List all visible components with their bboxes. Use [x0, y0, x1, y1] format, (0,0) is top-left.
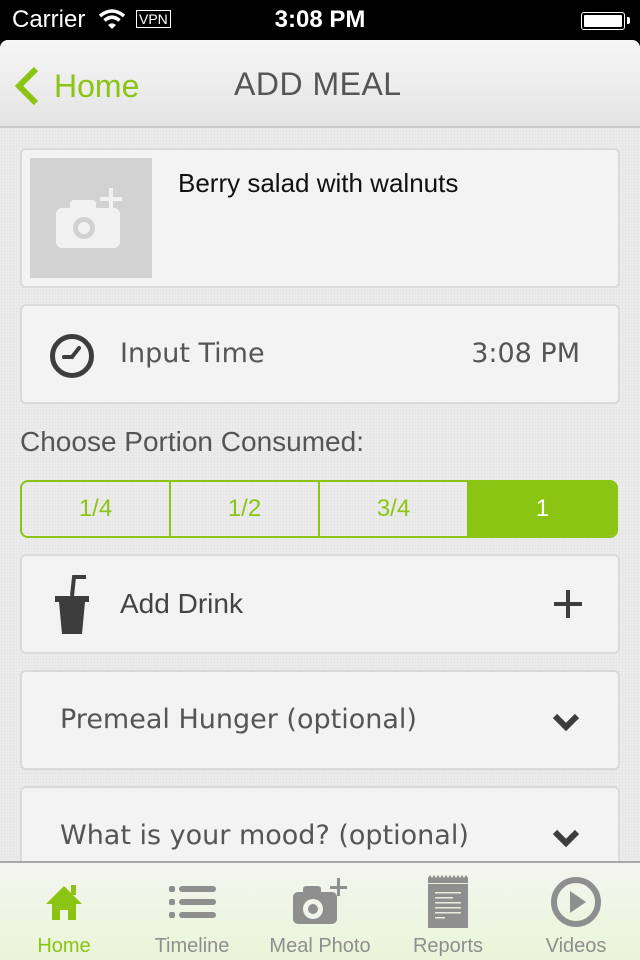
mood-label: What is your mood? (optional)	[60, 820, 469, 851]
cup-icon	[55, 575, 89, 634]
tab-bar: Home Timeline Meal Photo Reports Videos	[0, 861, 640, 960]
input-time-label: Input Time	[120, 338, 265, 369]
report-icon	[428, 875, 468, 928]
portion-option-full[interactable]: 1	[469, 482, 616, 536]
camera-add-icon	[293, 878, 347, 924]
tab-reports-label: Reports	[412, 935, 484, 957]
portion-label: Choose Portion Consumed:	[20, 426, 364, 457]
back-label: Home	[54, 67, 140, 104]
portion-segmented-control: 1/4 1/2 3/4 1	[20, 480, 618, 538]
add-drink-label: Add Drink	[120, 588, 243, 619]
chevron-left-icon	[14, 66, 39, 106]
premeal-hunger-label: Premeal Hunger (optional)	[60, 704, 417, 735]
tab-meal-photo[interactable]: Meal Photo	[256, 863, 384, 960]
chevron-down-icon	[552, 829, 580, 848]
portion-option-three-quarters[interactable]: 3/4	[320, 482, 469, 536]
tab-reports[interactable]: Reports	[384, 863, 512, 960]
portion-option-half[interactable]: 1/2	[171, 482, 320, 536]
add-drink-row[interactable]: Add Drink	[20, 554, 620, 654]
tab-videos[interactable]: Videos	[512, 863, 640, 960]
chevron-down-icon	[552, 713, 580, 732]
meal-photo-button[interactable]	[30, 158, 152, 278]
camera-add-icon	[56, 188, 122, 248]
page-title: ADD MEAL	[234, 66, 402, 102]
input-time-value: 3:08 PM	[471, 338, 580, 369]
battery-nub	[627, 17, 630, 24]
meal-name-input[interactable]: Berry salad with walnuts	[178, 168, 458, 199]
status-bar: Carrier VPN 3:08 PM	[0, 0, 640, 40]
input-time-row[interactable]: Input Time 3:08 PM	[20, 304, 620, 404]
navigation-bar: Home ADD MEAL	[0, 40, 640, 128]
tab-home-label: Home	[37, 935, 91, 957]
tab-home[interactable]: Home	[0, 863, 128, 960]
battery-fill	[584, 15, 622, 27]
premeal-hunger-dropdown[interactable]: Premeal Hunger (optional)	[20, 670, 620, 770]
portion-option-quarter[interactable]: 1/4	[22, 482, 171, 536]
status-time: 3:08 PM	[274, 6, 366, 33]
tab-meal-photo-label: Meal Photo	[269, 935, 371, 957]
play-circle-icon	[551, 877, 601, 927]
plus-icon[interactable]	[554, 590, 582, 618]
tab-timeline[interactable]: Timeline	[128, 863, 256, 960]
battery-icon	[581, 12, 630, 30]
clock-icon	[50, 334, 94, 378]
app-screen: Home ADD MEAL Berry salad with walnuts I…	[0, 40, 640, 960]
home-icon	[46, 885, 82, 920]
tab-timeline-label: Timeline	[154, 935, 230, 957]
list-icon	[169, 886, 216, 918]
tab-videos-label: Videos	[545, 935, 607, 957]
meal-card: Berry salad with walnuts	[20, 148, 620, 288]
back-button[interactable]: Home	[14, 64, 139, 108]
